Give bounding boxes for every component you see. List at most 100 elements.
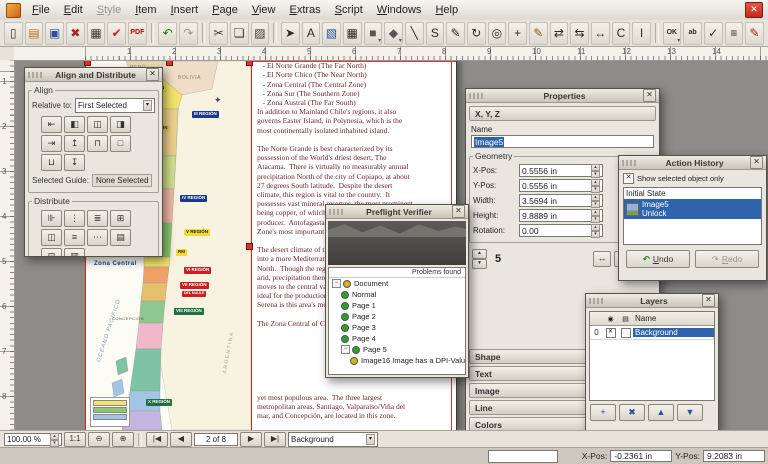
layers-palette[interactable]: Layers ✕ ◉ ▤ Name 0 ✕ ✕ Background +✖▲▼ bbox=[585, 293, 719, 432]
distribute-left-sides-button[interactable]: ⊪ bbox=[41, 210, 62, 227]
pdf-list-box-button[interactable]: ≡ bbox=[725, 22, 744, 45]
cut-button[interactable]: ✂ bbox=[209, 22, 228, 45]
preflight-item[interactable]: −Page 5 bbox=[329, 344, 465, 355]
first-page-button[interactable]: |◀ bbox=[146, 432, 168, 447]
layer-row[interactable]: 0 ✕ ✕ Background bbox=[590, 326, 714, 340]
distribute-top-sides-button[interactable]: ≡ bbox=[64, 229, 85, 246]
last-page-button[interactable]: ▶| bbox=[264, 432, 286, 447]
history-item[interactable]: Image5Unlock bbox=[624, 199, 761, 219]
rotate-item-button[interactable]: ↻ bbox=[467, 22, 486, 45]
next-page-button[interactable]: ▶ bbox=[240, 432, 262, 447]
insert-freehand-button[interactable]: ✎ bbox=[446, 22, 465, 45]
align-bottom-button[interactable]: ⊔ bbox=[41, 154, 62, 171]
align-bottom-edge-button[interactable]: ↧ bbox=[64, 154, 85, 171]
spin-up-icon[interactable]: ▴ bbox=[591, 179, 600, 186]
previous-page-button[interactable]: ◀ bbox=[170, 432, 192, 447]
undo-button[interactable]: ↶ bbox=[158, 22, 177, 45]
page-number-field[interactable]: 2 of 8 bbox=[194, 433, 238, 446]
close-document-button[interactable]: ✖ bbox=[66, 22, 85, 45]
unlink-text-frames-button[interactable]: ⇆ bbox=[570, 22, 589, 45]
spin-down-icon[interactable]: ▾ bbox=[591, 216, 600, 223]
copy-properties-button[interactable]: C bbox=[612, 22, 631, 45]
close-icon[interactable]: ✕ bbox=[146, 68, 159, 81]
save-document-button[interactable]: ▣ bbox=[45, 22, 64, 45]
menu-edit[interactable]: Edit bbox=[57, 2, 90, 18]
new-document-button[interactable]: ▯ bbox=[4, 22, 23, 45]
zoom-in-button[interactable]: ⊕ bbox=[112, 432, 134, 447]
insert-bezier-button[interactable]: S bbox=[426, 22, 445, 45]
align-right-button[interactable]: ◨ bbox=[110, 116, 131, 133]
spin-down-icon[interactable]: ▾ bbox=[591, 201, 600, 208]
spin-up-icon[interactable]: ▴ bbox=[50, 433, 59, 440]
pdf-text-field-button[interactable]: ab bbox=[683, 22, 702, 45]
copy-button[interactable]: ❏ bbox=[230, 22, 249, 45]
close-icon[interactable]: ✕ bbox=[643, 89, 656, 102]
align-left-button[interactable]: ◧ bbox=[64, 116, 85, 133]
name-field[interactable]: Image5 bbox=[471, 135, 654, 148]
preflight-item[interactable]: Normal bbox=[329, 289, 465, 300]
preflight-item[interactable]: Page 2 bbox=[329, 311, 465, 322]
vertical-ruler[interactable]: 12345678 bbox=[0, 60, 15, 430]
edit-contents-button[interactable]: + bbox=[508, 22, 527, 45]
measurements-button[interactable]: ↔ bbox=[591, 22, 610, 45]
flip-horizontal-button[interactable]: ↔ bbox=[593, 251, 611, 267]
height-field[interactable]: 9.8889 in ▴▾ bbox=[519, 209, 603, 222]
menu-script[interactable]: Script bbox=[328, 2, 370, 18]
close-icon[interactable]: ✕ bbox=[750, 156, 763, 169]
preflight-item[interactable]: −Document bbox=[329, 278, 465, 289]
preflight-item[interactable]: Page 3 bbox=[329, 322, 465, 333]
lower-level-button[interactable]: ▼ bbox=[472, 259, 487, 269]
preflight-verifier-button[interactable]: ✔ bbox=[107, 22, 126, 45]
zoom-out-button[interactable]: ⊖ bbox=[88, 432, 110, 447]
align-titlebar[interactable]: Align and Distribute ✕ bbox=[25, 68, 162, 82]
tree-expander-icon[interactable]: − bbox=[341, 345, 350, 354]
delete-layer-button[interactable]: ✖ bbox=[619, 404, 645, 421]
redo-button[interactable]: ↷ bbox=[179, 22, 198, 45]
align-center-horizontal-button[interactable]: ◫ bbox=[87, 116, 108, 133]
insert-line-button[interactable]: ╲ bbox=[405, 22, 424, 45]
history-item[interactable]: Initial State bbox=[624, 188, 761, 199]
properties-titlebar[interactable]: Properties ✕ bbox=[466, 89, 659, 103]
raise-level-button[interactable]: ▲ bbox=[472, 249, 487, 259]
story-editor-button[interactable]: ✎ bbox=[529, 22, 548, 45]
zoom-actual-size-button[interactable]: 1:1 bbox=[64, 432, 86, 447]
action-history-dialog[interactable]: Action History ✕ ✕ Show selected object … bbox=[618, 155, 767, 281]
rotation-field[interactable]: 0.00 ▴▾ bbox=[519, 224, 603, 237]
eye-dropper-button[interactable]: I bbox=[632, 22, 651, 45]
distribute-horizontal-gaps-button[interactable]: ◫ bbox=[41, 229, 62, 246]
spin-down-icon[interactable]: ▾ bbox=[50, 440, 59, 447]
export-pdf-button[interactable]: PDF bbox=[128, 22, 147, 45]
align-top-edge-button[interactable]: ↥ bbox=[64, 135, 85, 152]
add-layer-button[interactable]: + bbox=[590, 404, 616, 421]
preflight-item[interactable]: Page 4 bbox=[329, 333, 465, 344]
insert-shape-button[interactable]: ■▾ bbox=[364, 22, 383, 45]
preflight-titlebar[interactable]: Preflight Verifier ✕ bbox=[326, 205, 468, 219]
spin-up-icon[interactable]: ▴ bbox=[591, 164, 600, 171]
layer-visible-checkbox[interactable]: ✕ bbox=[606, 328, 616, 338]
ruler-origin-corner[interactable] bbox=[0, 46, 15, 61]
distribute-vertical-gaps-button[interactable]: ▥ bbox=[64, 248, 85, 257]
distribute-bottom-sides-button[interactable]: ▤ bbox=[110, 229, 131, 246]
layer-select[interactable]: Background ▾ bbox=[288, 432, 378, 447]
tree-expander-icon[interactable]: − bbox=[332, 279, 341, 288]
xpos-field[interactable]: 0.5556 in ▴▾ bbox=[519, 164, 603, 177]
print-document-button[interactable]: ▦ bbox=[87, 22, 106, 45]
menu-extras[interactable]: Extras bbox=[282, 2, 327, 18]
preflight-verifier-dialog[interactable]: Preflight Verifier ✕ Problems found −Doc… bbox=[325, 204, 469, 378]
insert-image-frame-button[interactable]: ▧ bbox=[322, 22, 341, 45]
lower-layer-button[interactable]: ▼ bbox=[677, 404, 703, 421]
close-window-button[interactable]: ✕ bbox=[745, 2, 763, 18]
horizontal-ruler[interactable]: 1234567891011121314 bbox=[14, 46, 768, 61]
close-icon[interactable]: ✕ bbox=[702, 294, 715, 307]
paste-button[interactable]: ▨ bbox=[251, 22, 270, 45]
preflight-item[interactable]: Image16 Image has a DPI-Value les... bbox=[329, 355, 465, 366]
tab-xyz[interactable]: X, Y, Z bbox=[469, 106, 656, 121]
select-item-button[interactable]: ➤ bbox=[281, 22, 300, 45]
align-right-edge-button[interactable]: ⇥ bbox=[41, 135, 62, 152]
menu-file[interactable]: File bbox=[25, 2, 57, 18]
link-text-frames-button[interactable]: ⇄ bbox=[550, 22, 569, 45]
insert-table-button[interactable]: ▦ bbox=[343, 22, 362, 45]
statusbar-input[interactable] bbox=[488, 450, 558, 463]
menu-help[interactable]: Help bbox=[428, 2, 465, 18]
align-center-vertical-button[interactable]: □ bbox=[110, 135, 131, 152]
